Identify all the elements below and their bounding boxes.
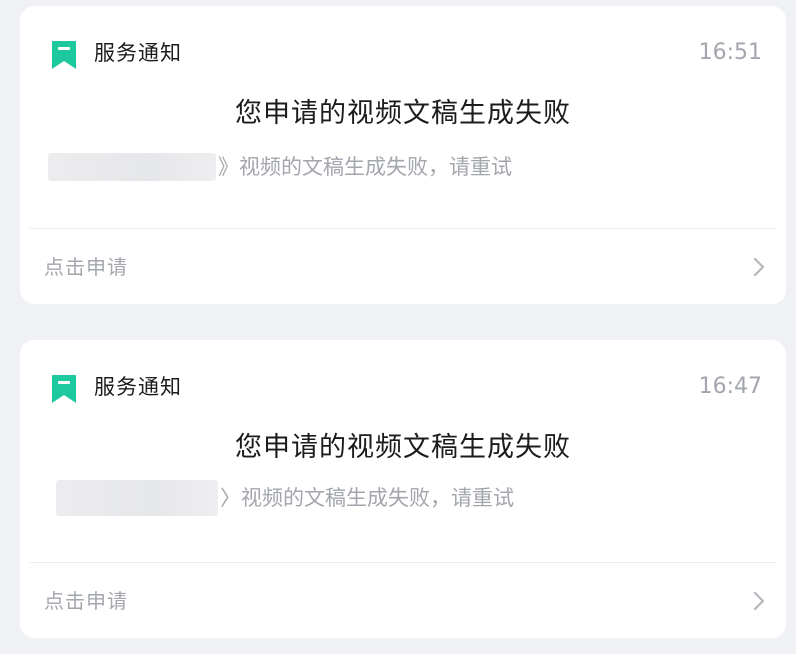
notification-title: 您申请的视频文稿生成失败 [235,98,571,129]
notification-header: 服务通知 16:51 [20,6,786,98]
redacted-video-name [56,480,218,516]
redacted-video-name [48,153,216,181]
bookmark-icon [52,41,76,69]
service-name: 服务通知 [94,375,182,399]
apply-action-row[interactable]: 点击申请 [20,563,786,638]
notification-time: 16:47 [698,374,762,399]
apply-action-row[interactable]: 点击申请 [20,229,786,304]
bookmark-icon [52,375,76,403]
notification-title: 您申请的视频文稿生成失败 [235,432,571,463]
notification-card[interactable]: 服务通知 16:51 您申请的视频文稿生成失败 》 视频的文稿生成失败，请重试 … [20,6,786,304]
chevron-right-icon [753,591,765,611]
notification-card[interactable]: 服务通知 16:47 您申请的视频文稿生成失败 〉 视频的文稿生成失败，请重试 … [20,340,786,638]
service-name: 服务通知 [94,41,182,65]
desc-prefix: 》 [218,155,239,179]
apply-link[interactable]: 点击申请 [44,587,128,615]
apply-link[interactable]: 点击申请 [44,253,128,281]
chevron-right-icon [753,257,765,277]
notification-header: 服务通知 16:47 [20,340,786,432]
notification-description: 》 视频的文稿生成失败，请重试 [48,151,512,183]
description-text: 视频的文稿生成失败，请重试 [241,486,514,510]
notification-description: 〉 视频的文稿生成失败，请重试 [56,480,514,516]
description-text: 视频的文稿生成失败，请重试 [239,155,512,179]
desc-prefix: 〉 [220,486,241,510]
notification-time: 16:51 [698,40,762,65]
